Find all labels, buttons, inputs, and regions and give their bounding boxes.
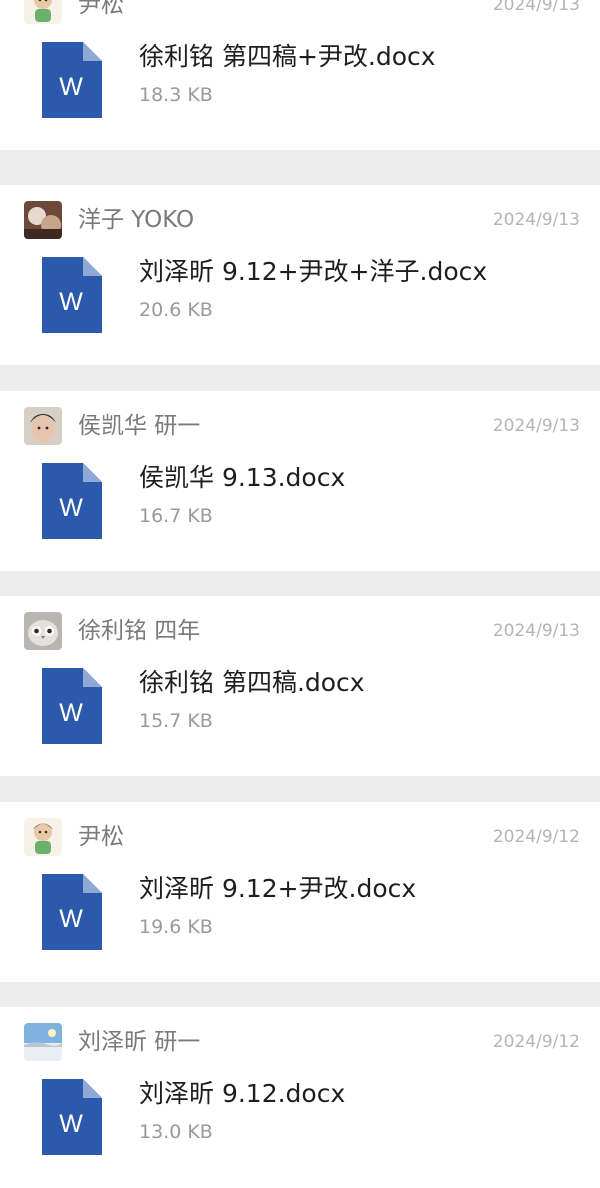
- message-date: 2024/9/12: [492, 1032, 580, 1052]
- file-size: 15.7 KB: [139, 710, 213, 732]
- file-message-card[interactable]: 洋子 YOKO 2024/9/13 刘泽昕 9.12+尹改+洋子.docx 20…: [0, 185, 600, 365]
- file-size: 13.0 KB: [139, 1121, 213, 1143]
- file-message-card[interactable]: 侯凯华 研一 2024/9/13 侯凯华 9.13.docx 16.7 KB: [0, 391, 600, 571]
- word-document-icon[interactable]: [42, 42, 102, 118]
- file-message-card[interactable]: 刘泽昕 研一 2024/9/12 刘泽昕 9.12.docx 13.0 KB: [0, 1007, 600, 1188]
- message-date: 2024/9/13: [492, 621, 580, 641]
- face-photo-avatar[interactable]: [24, 407, 62, 445]
- file-name[interactable]: 刘泽昕 9.12+尹改+洋子.docx: [139, 255, 487, 289]
- file-message-card[interactable]: 尹松 2024/9/12 刘泽昕 9.12+尹改.docx 19.6 KB: [0, 802, 600, 982]
- sender-name: 尹松: [78, 824, 124, 850]
- word-document-icon[interactable]: [42, 874, 102, 950]
- sender-name: 徐利铭 四年: [78, 618, 201, 644]
- message-date: 2024/9/13: [492, 0, 580, 15]
- landscape-avatar[interactable]: [24, 1023, 62, 1061]
- file-name[interactable]: 徐利铭 第四稿.docx: [139, 666, 365, 700]
- file-message-card[interactable]: 尹松 2024/9/13 徐利铭 第四稿+尹改.docx 18.3 KB: [0, 0, 600, 150]
- file-size: 20.6 KB: [139, 299, 213, 321]
- file-name[interactable]: 徐利铭 第四稿+尹改.docx: [139, 40, 436, 74]
- message-date: 2024/9/13: [492, 416, 580, 436]
- word-document-icon[interactable]: [42, 1079, 102, 1155]
- file-size: 19.6 KB: [139, 916, 213, 938]
- word-document-icon[interactable]: [42, 257, 102, 333]
- file-name[interactable]: 刘泽昕 9.12+尹改.docx: [139, 872, 416, 906]
- photo-avatar[interactable]: [24, 201, 62, 239]
- cartoon-character-avatar[interactable]: [24, 818, 62, 856]
- sender-name: 刘泽昕 研一: [78, 1029, 201, 1055]
- file-message-card[interactable]: 徐利铭 四年 2024/9/13 徐利铭 第四稿.docx 15.7 KB: [0, 596, 600, 776]
- word-document-icon[interactable]: [42, 668, 102, 744]
- file-name[interactable]: 刘泽昕 9.12.docx: [139, 1077, 345, 1111]
- word-document-icon[interactable]: [42, 463, 102, 539]
- file-size: 16.7 KB: [139, 505, 213, 527]
- message-date: 2024/9/13: [492, 210, 580, 230]
- sender-name: 侯凯华 研一: [78, 413, 201, 439]
- sender-name: 洋子 YOKO: [78, 207, 195, 233]
- file-size: 18.3 KB: [139, 84, 213, 106]
- cartoon-character-avatar[interactable]: [24, 0, 62, 24]
- message-file-list: 尹松 2024/9/13 徐利铭 第四稿+尹改.docx 18.3 KB 洋子 …: [0, 0, 600, 1188]
- message-date: 2024/9/12: [492, 827, 580, 847]
- file-name[interactable]: 侯凯华 9.13.docx: [139, 461, 345, 495]
- sender-name: 尹松: [78, 0, 124, 18]
- owl-avatar[interactable]: [24, 612, 62, 650]
